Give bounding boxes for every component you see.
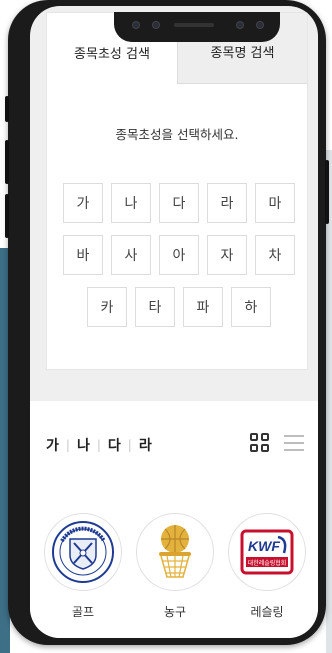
sensor-icon — [152, 21, 160, 29]
sport-list-panel: 가 | 나 | 다 | 라 골프 농구 KWF 대한레슬링협회 레슬링 — [30, 401, 318, 638]
consonant-button[interactable]: 카 — [87, 287, 127, 327]
consonant-grid: 가 나 다 라 마 바 사 아 자 차 카 타 파 하 — [61, 183, 297, 339]
power-button — [325, 160, 329, 224]
sport-item-wrestling[interactable]: KWF 대한레슬링협회 레슬링 — [228, 513, 306, 620]
sport-name: 레슬링 — [250, 605, 284, 619]
wrestling-logo-icon: KWF 대한레슬링협회 — [228, 513, 306, 591]
consonant-button[interactable]: 자 — [207, 235, 247, 275]
consonant-button[interactable]: 다 — [159, 183, 199, 223]
basketball-logo-icon — [136, 513, 214, 591]
background-right-strip — [326, 150, 332, 653]
consonant-row-3: 카 타 파 하 — [61, 287, 297, 327]
filter-item[interactable]: 가 — [46, 435, 59, 455]
consonant-row-1: 가 나 다 라 마 — [61, 183, 297, 223]
sensor-icon — [236, 21, 244, 29]
svg-text:대한레슬링협회: 대한레슬링협회 — [248, 559, 287, 567]
sport-name: 골프 — [71, 605, 95, 619]
front-camera-icon — [132, 21, 140, 29]
consonant-button[interactable]: 바 — [63, 235, 103, 275]
volume-down-button — [5, 194, 9, 238]
instruction-text: 종목초성을 선택하세요. — [115, 127, 239, 142]
filter-item[interactable]: 다 — [108, 435, 121, 455]
phone-frame: 종목초성 검색 종목명 검색 종목초성을 선택하세요. 가 나 다 라 마 바 … — [5, 0, 329, 645]
consonant-button[interactable]: 라 — [207, 183, 247, 223]
consonant-button[interactable]: 아 — [159, 235, 199, 275]
sport-name: 농구 — [163, 605, 187, 619]
initial-search-card: 종목초성 검색 종목명 검색 종목초성을 선택하세요. 가 나 다 라 마 바 … — [46, 12, 308, 370]
sport-item-golf[interactable]: 골프 — [44, 513, 122, 620]
mute-switch — [5, 96, 9, 122]
alphabet-filter: 가 | 나 | 다 | 라 — [46, 435, 152, 455]
svg-text:KWF: KWF — [248, 538, 280, 554]
sensor-icon — [256, 21, 264, 29]
speaker-grille — [174, 23, 214, 27]
filter-item[interactable]: 나 — [77, 435, 90, 455]
consonant-row-2: 바 사 아 자 차 — [61, 235, 297, 275]
golf-logo-icon — [44, 513, 122, 591]
consonant-button[interactable]: 나 — [111, 183, 151, 223]
phone-screen: 종목초성 검색 종목명 검색 종목초성을 선택하세요. 가 나 다 라 마 바 … — [30, 6, 318, 638]
sport-item-basketball[interactable]: 농구 — [136, 513, 214, 620]
consonant-button[interactable]: 차 — [255, 235, 295, 275]
view-toggle — [250, 433, 304, 453]
volume-up-button — [5, 140, 9, 184]
filter-divider: | — [127, 438, 132, 452]
consonant-button[interactable]: 파 — [183, 287, 223, 327]
filter-item[interactable]: 라 — [139, 435, 152, 455]
consonant-button[interactable]: 마 — [255, 183, 295, 223]
phone-notch — [114, 12, 280, 42]
consonant-button[interactable]: 가 — [63, 183, 103, 223]
consonant-button[interactable]: 하 — [231, 287, 271, 327]
filter-divider: | — [96, 438, 101, 452]
filter-divider: | — [65, 438, 70, 452]
consonant-button[interactable]: 사 — [111, 235, 151, 275]
list-view-icon[interactable] — [284, 434, 304, 452]
consonant-button[interactable]: 타 — [135, 287, 175, 327]
grid-view-icon[interactable] — [250, 433, 270, 453]
